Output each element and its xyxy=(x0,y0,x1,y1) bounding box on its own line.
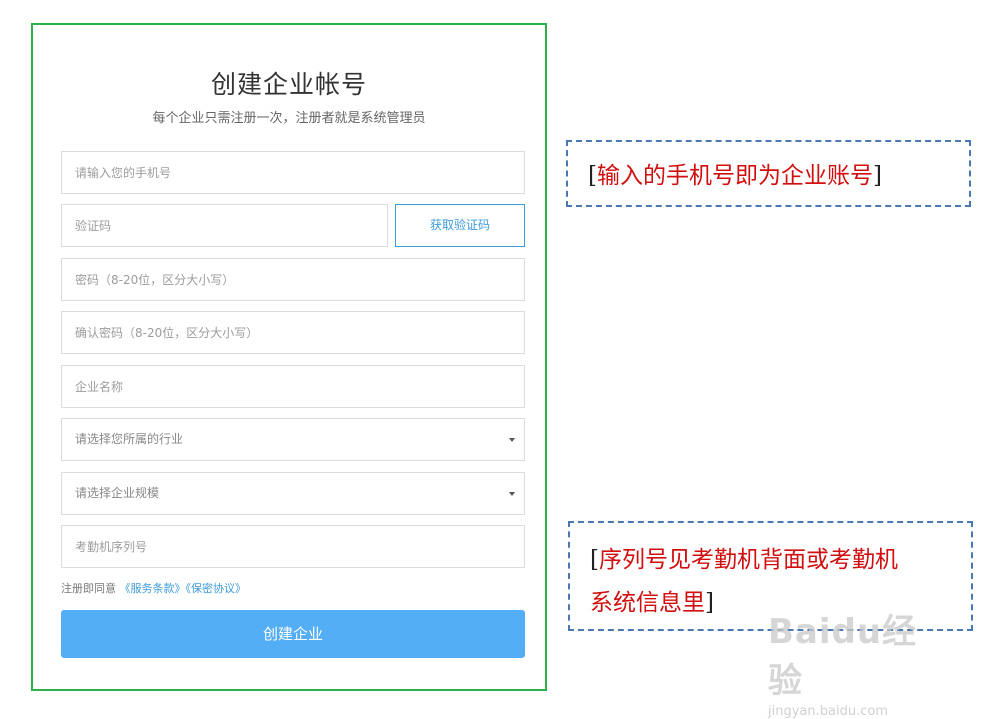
company-name-input[interactable] xyxy=(61,365,525,408)
bracket-open: [ xyxy=(590,547,599,573)
watermark-url: jingyan.baidu.com xyxy=(768,704,888,719)
register-card: 创建企业帐号 每个企业只需注册一次，注册者就是系统管理员 获取验证码 请选择您所… xyxy=(31,23,547,691)
serial-number-input[interactable] xyxy=(61,525,525,568)
confirm-password-input[interactable] xyxy=(61,311,525,354)
chevron-down-icon xyxy=(509,492,515,496)
phone-note-text: 输入的手机号即为企业账号 xyxy=(596,163,873,189)
chevron-down-icon xyxy=(509,438,515,442)
company-scale-select[interactable]: 请选择企业规模 xyxy=(61,472,525,515)
phone-input[interactable] xyxy=(61,151,525,194)
privacy-link[interactable]: 《保密协议》 xyxy=(186,582,247,595)
industry-select-value: 请选择您所属的行业 xyxy=(75,432,184,446)
password-input[interactable] xyxy=(61,258,525,301)
agreement-text: 注册即同意 《服务条款》《保密协议》 xyxy=(61,580,246,596)
bracket-close: ] xyxy=(872,163,882,189)
terms-link[interactable]: 《服务条款》 xyxy=(120,582,186,595)
page-title: 创建企业帐号 xyxy=(210,70,367,99)
baidu-watermark: Baidu经验 jingyan.baidu.com xyxy=(768,604,948,719)
industry-select[interactable]: 请选择您所属的行业 xyxy=(61,418,525,461)
bracket-close: ] xyxy=(705,590,714,616)
verification-code-input[interactable] xyxy=(61,204,388,247)
page-subtitle: 每个企业只需注册一次，注册者就是系统管理员 xyxy=(152,111,426,126)
bracket-open: [ xyxy=(588,163,597,189)
phone-annotation: [输入的手机号即为企业账号] xyxy=(566,140,971,207)
agreement-prefix: 注册即同意 xyxy=(61,582,116,595)
get-code-button[interactable]: 获取验证码 xyxy=(395,204,525,247)
create-enterprise-button[interactable]: 创建企业 xyxy=(61,610,525,658)
serial-note-line2: 系统信息里 xyxy=(590,590,705,616)
serial-note-line1: 序列号见考勤机背面或考勤机 xyxy=(598,547,898,573)
company-scale-select-value: 请选择企业规模 xyxy=(75,486,160,500)
watermark-logo: Baidu经验 xyxy=(768,612,918,701)
